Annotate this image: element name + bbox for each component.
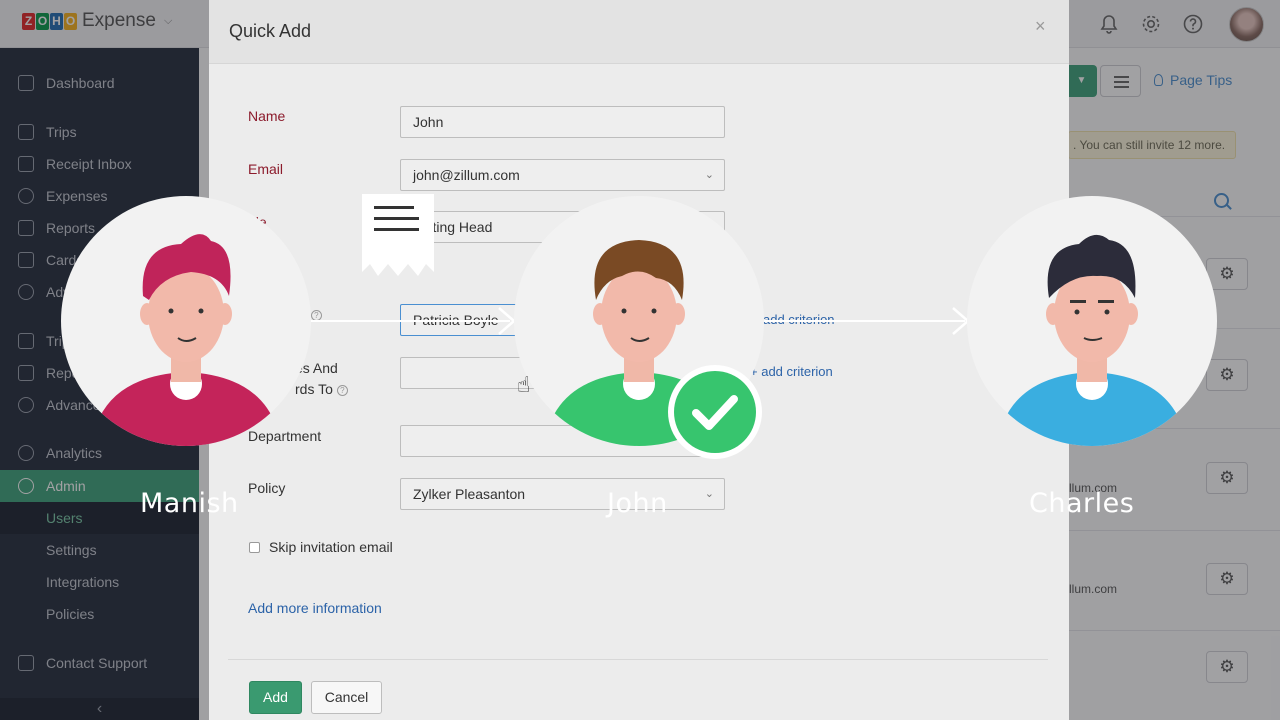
dialog-title: Quick Add	[229, 21, 312, 41]
policy-value: Zylker Pleasanton	[413, 486, 526, 502]
pointer-cursor-icon: ☝	[517, 372, 531, 397]
approver-name: Manish	[140, 488, 239, 519]
approver-name: John	[607, 488, 668, 519]
email-value: john@zillum.com	[413, 167, 520, 183]
dialog-header: Quick Add ×	[209, 0, 1069, 64]
check-icon	[692, 395, 738, 430]
add-button[interactable]: Add	[249, 681, 302, 714]
approver-avatar-manish	[61, 196, 311, 446]
name-field[interactable]: John	[400, 106, 725, 138]
approver-name: Charles	[1029, 488, 1135, 519]
badge-fill	[674, 371, 756, 453]
cancel-button[interactable]: Cancel	[311, 681, 382, 714]
policy-select[interactable]: Zylker Pleasanton ⌄	[400, 478, 725, 510]
chevron-down-icon: ⌄	[704, 488, 714, 500]
footer-divider	[228, 659, 1048, 660]
add-criterion-label: add criterion	[761, 364, 833, 379]
approved-badge	[668, 365, 762, 459]
skip-invitation-checkbox[interactable]	[249, 541, 260, 553]
approves-label-line2: rds To	[295, 381, 333, 397]
add-criterion-link[interactable]: + add criterion	[750, 364, 833, 379]
email-label: Email	[248, 161, 284, 177]
department-label: Department	[248, 428, 322, 444]
close-icon[interactable]: ×	[1035, 16, 1046, 37]
person-illustration	[91, 234, 281, 446]
approver-avatar-charles	[967, 196, 1217, 446]
receipt-icon	[362, 194, 434, 276]
flow-arrow-line	[760, 320, 965, 322]
person-illustration	[997, 234, 1187, 446]
help-icon[interactable]: ?	[336, 384, 348, 396]
add-more-information-link[interactable]: Add more information	[248, 600, 382, 616]
name-label: Name	[248, 108, 286, 124]
chevron-down-icon: ⌄	[704, 169, 714, 181]
email-select[interactable]: john@zillum.com ⌄	[400, 159, 725, 191]
flow-arrow-line	[300, 320, 510, 322]
skip-invitation-label: Skip invitation email	[269, 539, 393, 555]
policy-label: Policy	[248, 480, 286, 496]
skip-invitation-row[interactable]: Skip invitation email	[249, 539, 393, 555]
